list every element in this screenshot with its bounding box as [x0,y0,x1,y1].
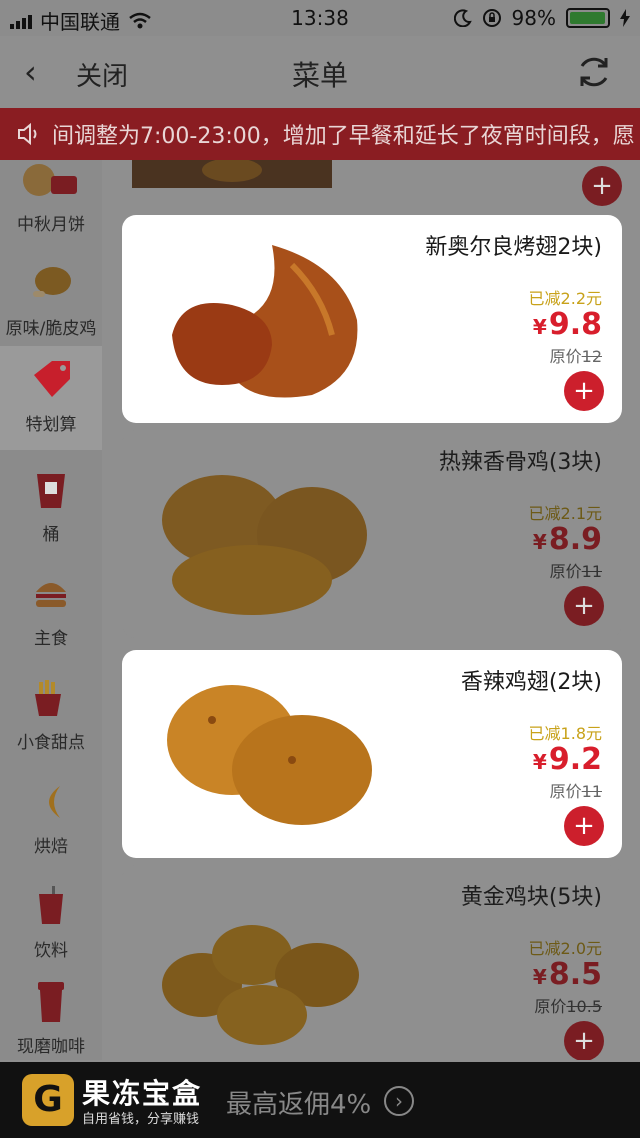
add-to-cart-button[interactable]: + [564,1021,604,1060]
category-sidebar: 中秋月饼 原味/脆皮鸡 特划算 桶 主食 小食甜点 烘焙 饮料 现磨咖啡 [0,160,102,1060]
add-to-cart-button[interactable]: + [564,806,604,846]
discount-label: 已减2.2元 [528,289,602,308]
notice-bar[interactable]: 间调整为7:00-23:00，增加了早餐和延长了夜宵时间段，愿 [0,108,640,160]
charging-icon [620,9,630,27]
nav-bar: ‹ 关闭 菜单 [0,36,640,108]
price: ¥8.9 [532,522,602,557]
brand-slogan: 自用省钱，分享赚钱 [82,1112,200,1127]
sidebar-item-bucket[interactable]: 桶 [0,456,102,554]
coffee-cup-icon [0,978,102,1026]
product-name: 新奥尔良烤翅2块) [425,235,602,260]
add-to-cart-button[interactable]: + [564,371,604,411]
brand-logo: G [22,1074,74,1126]
sidebar-item-label: 小食甜点 [17,733,85,753]
food-image [132,160,332,188]
mooncake-icon [0,160,102,204]
chevron-right-icon[interactable]: › [384,1086,414,1116]
product-name: 热辣香骨鸡(3块) [438,450,602,475]
add-to-cart-button[interactable]: + [582,166,622,206]
sidebar-item-label: 主食 [34,629,68,649]
price: ¥9.8 [532,307,602,342]
sidebar-item-coffee[interactable]: 现磨咖啡 [0,974,102,1060]
product-card[interactable]: 热辣香骨鸡(3块) 已减2.1元 ¥8.9 原价11 + [122,430,622,638]
food-image [162,925,359,1045]
discount-label: 已减2.0元 [528,939,602,958]
add-to-cart-button[interactable]: + [564,586,604,626]
product-list: + 新奥尔良烤翅2块) 已减2.2元 ¥9.8 原价12 + 热辣香骨鸡(3块)… [102,160,640,1060]
battery-icon [566,8,610,28]
drink-cup-icon [0,882,102,930]
sidebar-item-mooncake[interactable]: 中秋月饼 [0,160,102,238]
product-card[interactable]: 黄金鸡块(5块) 已减2.0元 ¥8.5 原价10.5 + [122,865,622,1060]
food-image [172,245,358,398]
sidebar-item-label: 特划算 [25,415,77,435]
original-price: 原价11 [549,562,602,581]
food-image [167,685,372,825]
moon-icon [453,9,472,27]
sidebar-item-main-food[interactable]: 主食 [0,560,102,658]
page-title: 菜单 [291,59,348,92]
sidebar-item-label: 饮料 [34,941,68,961]
chicken-drumstick-icon [0,244,102,308]
rotation-lock-icon [482,9,501,27]
refresh-icon[interactable] [574,52,614,92]
sidebar-item-label: 中秋月饼 [17,215,85,235]
product-name: 香辣鸡翅(2块) [460,670,602,695]
sidebar-item-label: 烘焙 [34,837,68,857]
sidebar-item-drinks[interactable]: 饮料 [0,872,102,970]
status-right: 98% [453,6,630,30]
product-card[interactable]: 新奥尔良烤翅2块) 已减2.2元 ¥9.8 原价12 + [122,215,622,423]
sidebar-item-snacks[interactable]: 小食甜点 [0,664,102,762]
discount-label: 已减1.8元 [528,724,602,743]
sale-tag-icon [0,356,102,404]
product-name: 黄金鸡块(5块) [460,885,602,910]
discount-label: 已减2.1元 [528,504,602,523]
sidebar-item-label: 原味/脆皮鸡 [5,319,97,339]
sidebar-item-special-deal[interactable]: 特划算 [0,346,102,450]
status-bar: 中国联通 13:38 98% [0,0,640,36]
croissant-icon [0,778,102,826]
original-price: 原价10.5 [534,997,602,1016]
brand-name: 果冻宝盒 [82,1077,203,1110]
notice-text: 间调整为7:00-23:00，增加了早餐和延长了夜宵时间段，愿 [52,124,635,149]
price: ¥8.5 [532,957,602,992]
fries-icon [0,674,102,722]
battery-percent: 98% [511,6,556,30]
sidebar-item-label: 现磨咖啡 [17,1037,85,1057]
sidebar-item-label: 桶 [42,525,60,545]
burger-icon [0,570,102,618]
promo-banner[interactable]: G 果冻宝盒 自用省钱，分享赚钱 最高返佣4% › [0,1062,640,1138]
sidebar-item-bakery[interactable]: 烘焙 [0,768,102,866]
bucket-icon [0,466,102,514]
original-price: 原价11 [549,782,602,801]
price: ¥9.2 [532,742,602,777]
food-image [162,475,367,615]
original-price: 原价12 [549,347,602,366]
sidebar-item-original-chicken[interactable]: 原味/脆皮鸡 [0,244,102,344]
product-card[interactable]: 香辣鸡翅(2块) 已减1.8元 ¥9.2 原价11 + [122,650,622,858]
speaker-icon [18,122,37,146]
cashback-text: 最高返佣4% [226,1090,372,1120]
